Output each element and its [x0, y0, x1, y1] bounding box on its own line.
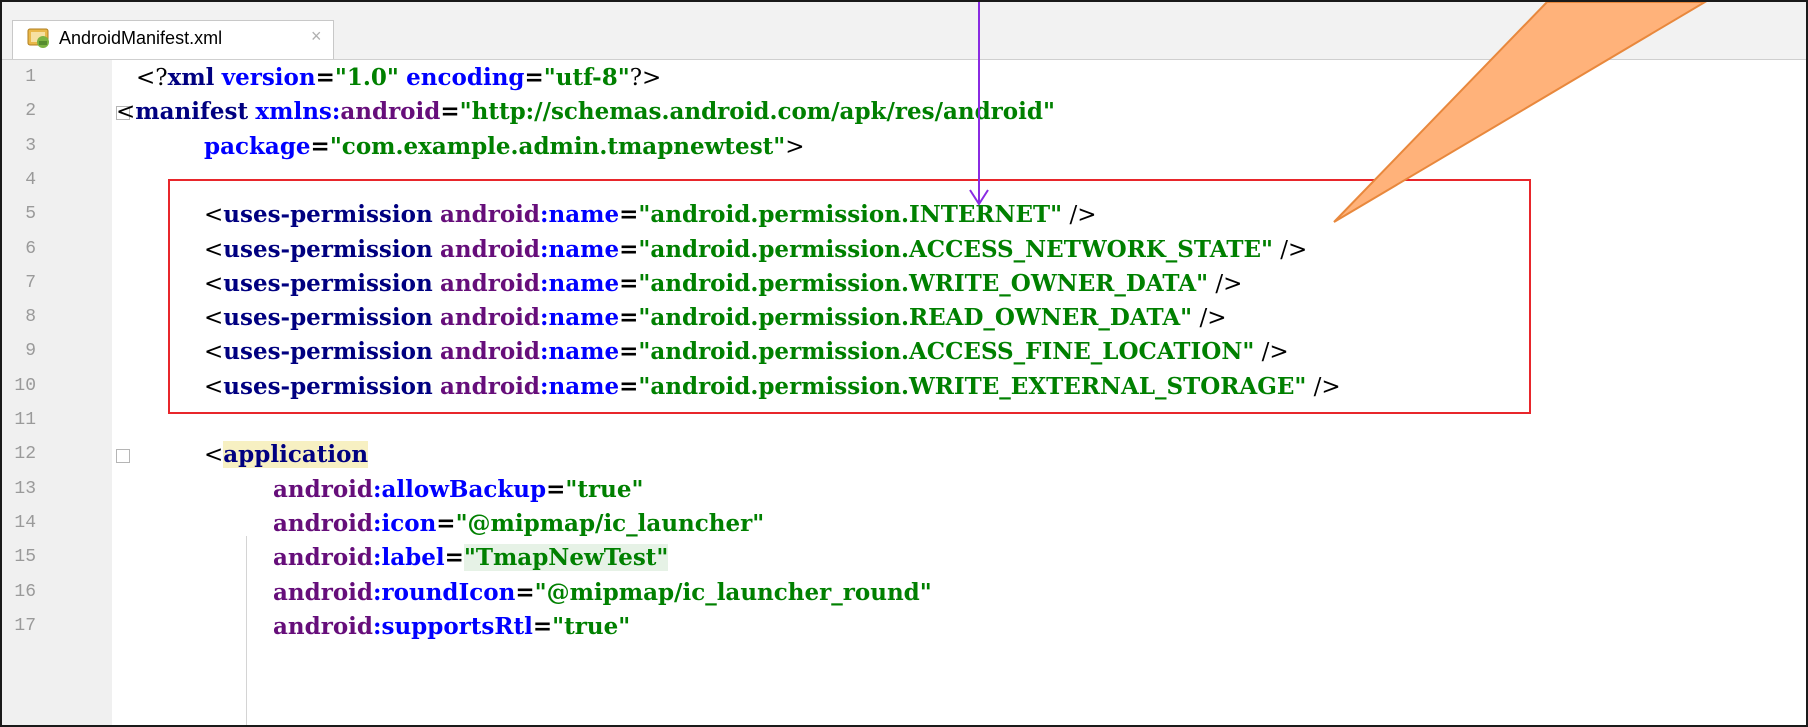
code-token: = [440, 98, 460, 126]
code-token: = [546, 475, 566, 503]
code-token: :allowBackup [373, 475, 547, 503]
code-token: ?> [629, 65, 662, 91]
code-token: :icon [373, 509, 437, 537]
code-text: android:icon="@mipmap/ic_launcher" [273, 509, 764, 539]
code-line: 16 android:roundIcon="@mipmap/ic_launcher… [2, 577, 1806, 611]
line-number: 2 [25, 101, 36, 122]
code-text: android:allowBackup="true" [273, 475, 643, 505]
code-token: = [436, 509, 456, 537]
code-line: 12 <application [2, 439, 1806, 473]
code-token: < [116, 99, 136, 126]
code-token: android [340, 98, 441, 126]
code-token: = [532, 612, 553, 640]
code-token: package [204, 132, 311, 160]
code-text: <application [204, 440, 369, 470]
code-token: xml [167, 64, 215, 91]
code-token: = [524, 64, 544, 91]
code-line: 14 android:icon="@mipmap/ic_launcher" [2, 508, 1806, 542]
code-line: 3 package="com.example.admin.tmapnewtest"… [2, 131, 1806, 165]
code-line: 2 <manifest xmlns:android="http://schemas… [2, 96, 1806, 130]
code-token: = [315, 64, 335, 91]
line-number: 9 [25, 341, 36, 362]
permissions-highlight-box [168, 179, 1531, 414]
ide-editor-window: AndroidManifest.xml × 1 <?xml version="1.… [0, 0, 1808, 727]
line-number: 17 [14, 615, 36, 636]
android-xml-file-icon [27, 27, 51, 49]
code-token: "@mipmap/ic_launcher_round" [534, 578, 932, 606]
tab-androidmanifest[interactable]: AndroidManifest.xml × [12, 20, 334, 59]
code-token: "true" [565, 475, 644, 503]
code-token: :supportsRtl [373, 612, 533, 640]
code-token: > [785, 133, 805, 160]
code-token: "1.0" [334, 64, 399, 91]
code-token: android [273, 612, 373, 640]
code-token: xmlns: [255, 98, 341, 126]
code-token: android [273, 475, 373, 503]
line-number: 12 [14, 444, 36, 465]
line-number: 6 [25, 238, 36, 259]
code-token: = [310, 132, 330, 160]
code-text: android:roundIcon="@mipmap/ic_launcher_r… [273, 578, 932, 608]
indent-guide [246, 536, 247, 725]
code-token: :roundIcon [373, 578, 516, 606]
line-number: 16 [14, 581, 36, 602]
code-token: "com.example.admin.tmapnewtest" [329, 132, 786, 160]
line-number: 13 [14, 478, 36, 499]
code-token: :label [373, 544, 445, 572]
line-number: 10 [14, 375, 36, 396]
code-token: encoding [406, 64, 525, 91]
code-token: android [273, 509, 373, 537]
fold-toggle-icon[interactable] [116, 449, 130, 464]
code-token: application [223, 441, 369, 469]
line-number: 1 [25, 67, 36, 87]
tab-filename: AndroidManifest.xml [59, 28, 223, 48]
line-number: 11 [14, 410, 36, 430]
code-token: version [221, 64, 316, 91]
code-token: "true" [552, 612, 631, 640]
code-line: 13 android:allowBackup="true" [2, 474, 1806, 508]
code-token: "TmapNewTest" [463, 544, 669, 572]
line-number: 8 [25, 307, 36, 328]
code-text: android:supportsRtl="true" [273, 612, 630, 642]
code-text: package="com.example.admin.tmapnewtest"> [204, 132, 805, 162]
code-token: < [204, 442, 224, 469]
line-number: 5 [25, 204, 36, 225]
editor-tab-bar: AndroidManifest.xml × [2, 2, 1806, 60]
code-token: "http://schemas.android.com/apk/res/andr… [459, 98, 1055, 126]
code-text: android:label="TmapNewTest" [273, 543, 669, 573]
code-line: 15 android:label="TmapNewTest" [2, 542, 1806, 576]
line-number: 7 [25, 272, 36, 293]
code-line: 17 android:supportsRtl="true" [2, 611, 1806, 645]
code-token: "@mipmap/ic_launcher" [455, 509, 765, 537]
line-number: 14 [14, 512, 36, 533]
code-line: 1 <?xml version="1.0" encoding="utf-8"?> [2, 62, 1806, 96]
close-icon[interactable]: × [311, 26, 322, 47]
code-text: <manifest xmlns:android="http://schemas.… [116, 97, 1055, 127]
code-token: manifest [135, 98, 249, 126]
code-token: <? [136, 65, 168, 91]
line-number: 15 [14, 547, 36, 568]
line-number: 4 [25, 169, 36, 190]
code-token: = [444, 544, 464, 572]
code-text: <?xml version="1.0" encoding="utf-8"?> [136, 63, 661, 93]
code-token: android [273, 578, 373, 606]
code-token: android [273, 544, 373, 572]
code-token: "utf-8" [543, 64, 630, 91]
line-number: 3 [25, 135, 36, 156]
code-token: = [515, 578, 535, 606]
